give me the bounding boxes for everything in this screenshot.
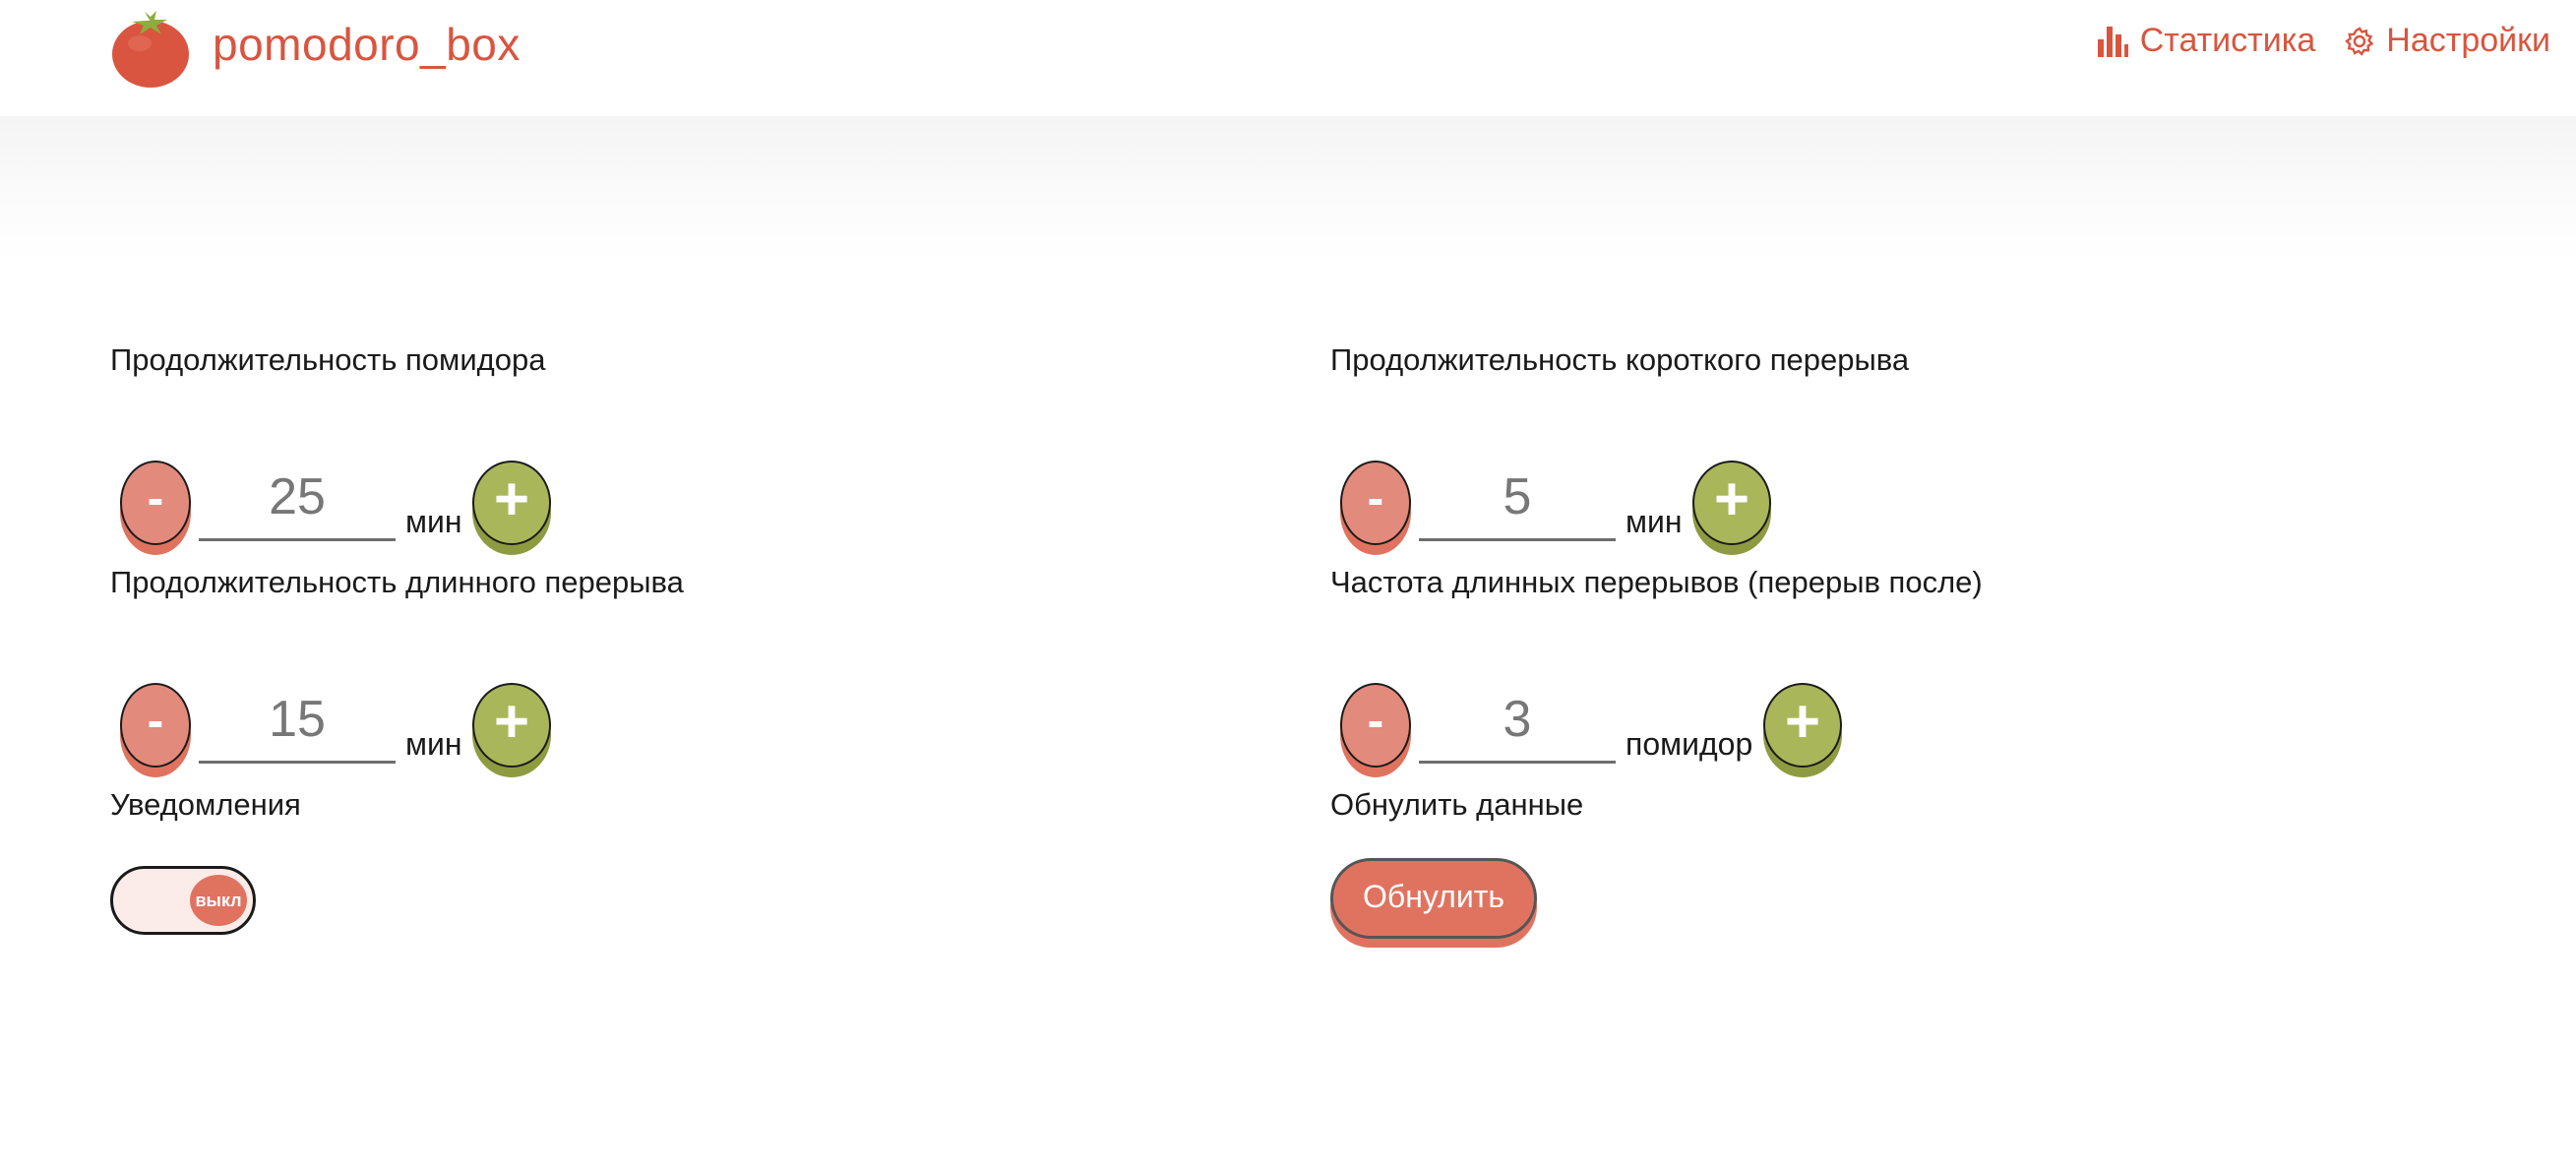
nav-settings-label: Настройки (2386, 22, 2550, 59)
short-break-setting: Продолжительность короткого перерыва - 5… (1330, 342, 2511, 545)
frequency-decrease-button[interactable]: - (1340, 683, 1411, 768)
long-break-input[interactable]: 15 (199, 685, 396, 764)
long-break-frequency-setting: Частота длинных перерывов (перерыв после… (1330, 565, 2511, 768)
long-break-frequency-label: Частота длинных перерывов (перерыв после… (1330, 565, 1983, 599)
nav-statistics-label: Статистика (2139, 22, 2316, 59)
bar-chart-icon (2097, 26, 2128, 57)
short-break-decrease-button[interactable]: - (1340, 461, 1411, 545)
logo[interactable]: pomodoro_box (110, 8, 521, 89)
short-break-unit: мин (1625, 504, 1683, 539)
nav-statistics[interactable]: Статистика (2097, 22, 2316, 60)
long-break-frequency-input[interactable]: 3 (1419, 685, 1616, 764)
brand-name: pomodoro_box (213, 19, 521, 70)
long-break-setting: Продолжительность длинного перерыва - 15… (110, 565, 1193, 768)
pomodoro-duration-label: Продолжительность помидора (110, 342, 546, 377)
long-break-unit: мин (405, 726, 462, 762)
reset-setting: Обнулить данные (1330, 789, 1583, 820)
reset-label: Обнулить данные (1330, 787, 1584, 822)
nav-settings[interactable]: Настройки (2345, 22, 2550, 60)
long-break-increase-button[interactable]: + (472, 683, 551, 768)
short-break-label: Продолжительность короткого перерыва (1330, 342, 1910, 377)
pomodoro-increase-button[interactable]: + (472, 461, 551, 545)
gear-icon (2345, 26, 2374, 56)
pomodoro-duration-setting: Продолжительность помидора - 25 мин + (110, 342, 1193, 545)
top-nav: Статистика Настройки (2067, 22, 2550, 60)
pomodoro-decrease-button[interactable]: - (120, 461, 191, 545)
short-break-input[interactable]: 5 (1419, 462, 1616, 541)
pomodoro-duration-input[interactable]: 25 (199, 462, 396, 541)
long-break-label: Продолжительность длинного перерыва (110, 565, 684, 599)
header-shade (0, 116, 2576, 264)
notifications-toggle[interactable]: выкл (110, 866, 256, 935)
toggle-knob: выкл (190, 875, 247, 926)
pomodoro-duration-unit: мин (405, 504, 462, 539)
long-break-decrease-button[interactable]: - (120, 683, 191, 768)
short-break-increase-button[interactable]: + (1692, 461, 1771, 545)
reset-button[interactable]: Обнулить (1330, 858, 1537, 939)
notifications-setting: Уведомления (110, 789, 301, 820)
app-header: pomodoro_box Статистика Настройки (0, 0, 2576, 116)
notifications-label: Уведомления (110, 787, 301, 822)
long-break-frequency-unit: помидор (1625, 726, 1753, 762)
tomato-logo-icon (112, 11, 189, 88)
frequency-increase-button[interactable]: + (1763, 683, 1842, 768)
